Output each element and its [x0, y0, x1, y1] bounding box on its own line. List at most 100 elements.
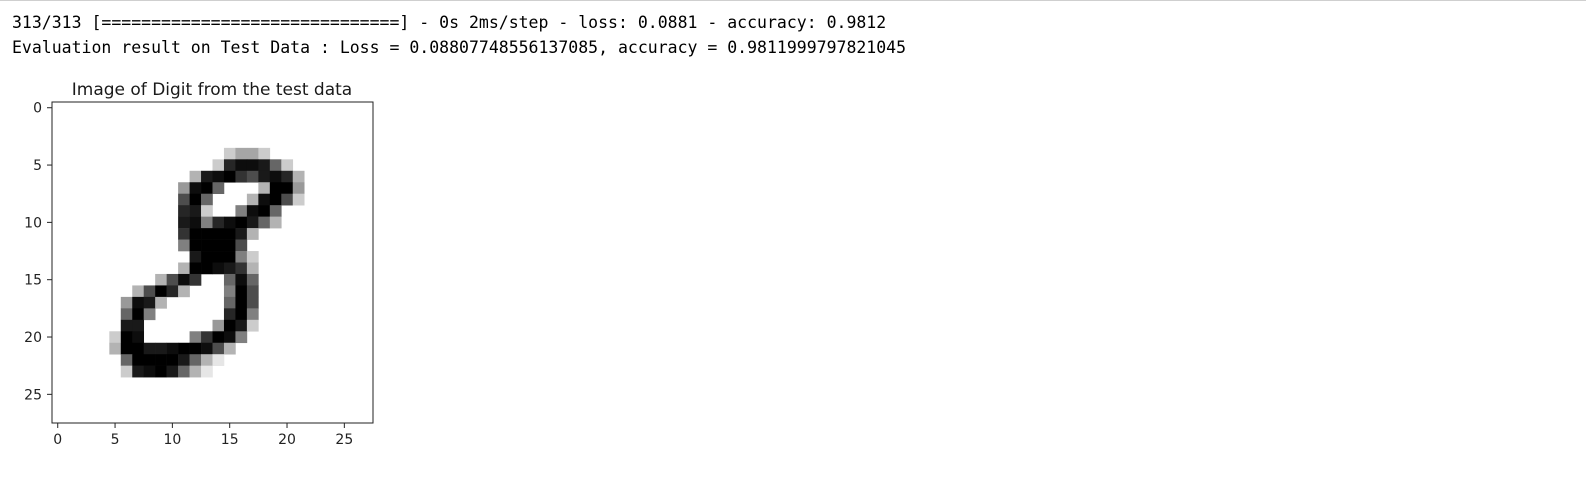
image-pixel: [223, 331, 236, 344]
x-tick-label: 25: [335, 432, 353, 448]
image-pixel: [189, 239, 202, 252]
image-pixel: [212, 170, 225, 183]
image-pixel: [201, 216, 213, 229]
image-pixel: [201, 239, 213, 252]
image-pixel: [246, 159, 259, 172]
image-pixel: [189, 205, 202, 217]
image-pixel: [246, 308, 259, 321]
image-pixel: [178, 182, 190, 195]
image-pixel: [281, 159, 294, 172]
image-pixel: [246, 273, 259, 286]
image-pixel: [246, 147, 259, 160]
image-pixel: [246, 285, 259, 298]
image-pixel: [109, 342, 122, 355]
image-pixel: [178, 193, 190, 206]
image-pixel: [155, 273, 167, 286]
image-pixel: [143, 342, 156, 355]
image-pixel: [166, 342, 179, 355]
image-pixel: [132, 354, 145, 366]
image-pixel: [223, 262, 236, 275]
image-pixel: [132, 308, 145, 321]
image-pixel: [178, 354, 190, 366]
image-pixel: [178, 205, 190, 217]
image-pixel: [223, 308, 236, 321]
image-pixel: [212, 319, 225, 332]
image-pixel: [166, 285, 179, 298]
image-pixel: [109, 331, 122, 344]
image-pixel: [246, 170, 259, 183]
image-pixel: [281, 193, 294, 206]
cell-top-border: [0, 0, 1586, 3]
image-pixel: [201, 342, 213, 355]
image-pixel: [292, 182, 305, 195]
image-pixel: [212, 216, 225, 229]
image-pixel: [258, 147, 271, 160]
image-pixel: [178, 216, 190, 229]
y-tick-label: 25: [24, 387, 42, 403]
image-pixel: [223, 228, 236, 240]
image-pixel: [120, 319, 133, 332]
image-pixel: [143, 365, 156, 378]
image-pixel: [178, 365, 190, 378]
image-pixel: [132, 285, 145, 298]
image-pixel: [178, 228, 190, 240]
x-tick-label: 10: [163, 432, 181, 448]
image-pixel: [235, 285, 248, 298]
x-tick-label: 20: [278, 432, 296, 448]
image-pixel: [120, 342, 133, 355]
image-pixel: [212, 354, 225, 366]
image-pixel: [235, 205, 248, 217]
image-pixel: [269, 182, 282, 195]
image-pixel: [246, 205, 259, 217]
image-pixel: [166, 354, 179, 366]
image-pixel: [155, 285, 167, 298]
image-pixels: [109, 147, 305, 378]
image-pixel: [189, 193, 202, 206]
image-pixel: [223, 342, 236, 355]
image-pixel: [235, 262, 248, 275]
image-pixel: [246, 193, 259, 206]
image-pixel: [246, 296, 259, 309]
image-pixel: [201, 331, 213, 344]
image-pixel: [258, 193, 271, 206]
image-pixel: [155, 365, 167, 378]
image-pixel: [201, 365, 213, 378]
image-pixel: [178, 262, 190, 275]
image-pixel: [155, 296, 167, 309]
image-pixel: [201, 205, 213, 217]
y-tick-label: 15: [24, 273, 42, 289]
image-pixel: [120, 354, 133, 366]
image-pixel: [189, 182, 202, 195]
image-pixel: [235, 159, 248, 172]
image-pixel: [223, 296, 236, 309]
image-pixel: [212, 331, 225, 344]
image-pixel: [178, 342, 190, 355]
x-tick-label: 0: [53, 432, 62, 448]
image-pixel: [189, 354, 202, 366]
image-pixel: [292, 193, 305, 206]
y-axis: 0 5 10 15 20 25: [24, 101, 52, 403]
image-pixel: [235, 216, 248, 229]
image-pixel: [258, 159, 271, 172]
y-tick-label: 20: [24, 330, 42, 346]
image-pixel: [189, 342, 202, 355]
image-pixel: [223, 251, 236, 263]
image-pixel: [269, 193, 282, 206]
image-pixel: [189, 331, 202, 344]
image-pixel: [258, 182, 271, 195]
image-pixel: [132, 296, 145, 309]
image-pixel: [235, 251, 248, 263]
image-pixel: [212, 159, 225, 172]
image-pixel: [166, 273, 179, 286]
image-pixel: [269, 205, 282, 217]
image-pixel: [178, 285, 190, 298]
image-pixel: [132, 342, 145, 355]
image-pixel: [258, 170, 271, 183]
image-pixel: [143, 308, 156, 321]
image-pixel: [212, 342, 225, 355]
image-pixel: [269, 159, 282, 172]
image-pixel: [201, 170, 213, 183]
image-pixel: [143, 354, 156, 366]
image-pixel: [223, 159, 236, 172]
y-tick-label: 5: [33, 158, 42, 174]
